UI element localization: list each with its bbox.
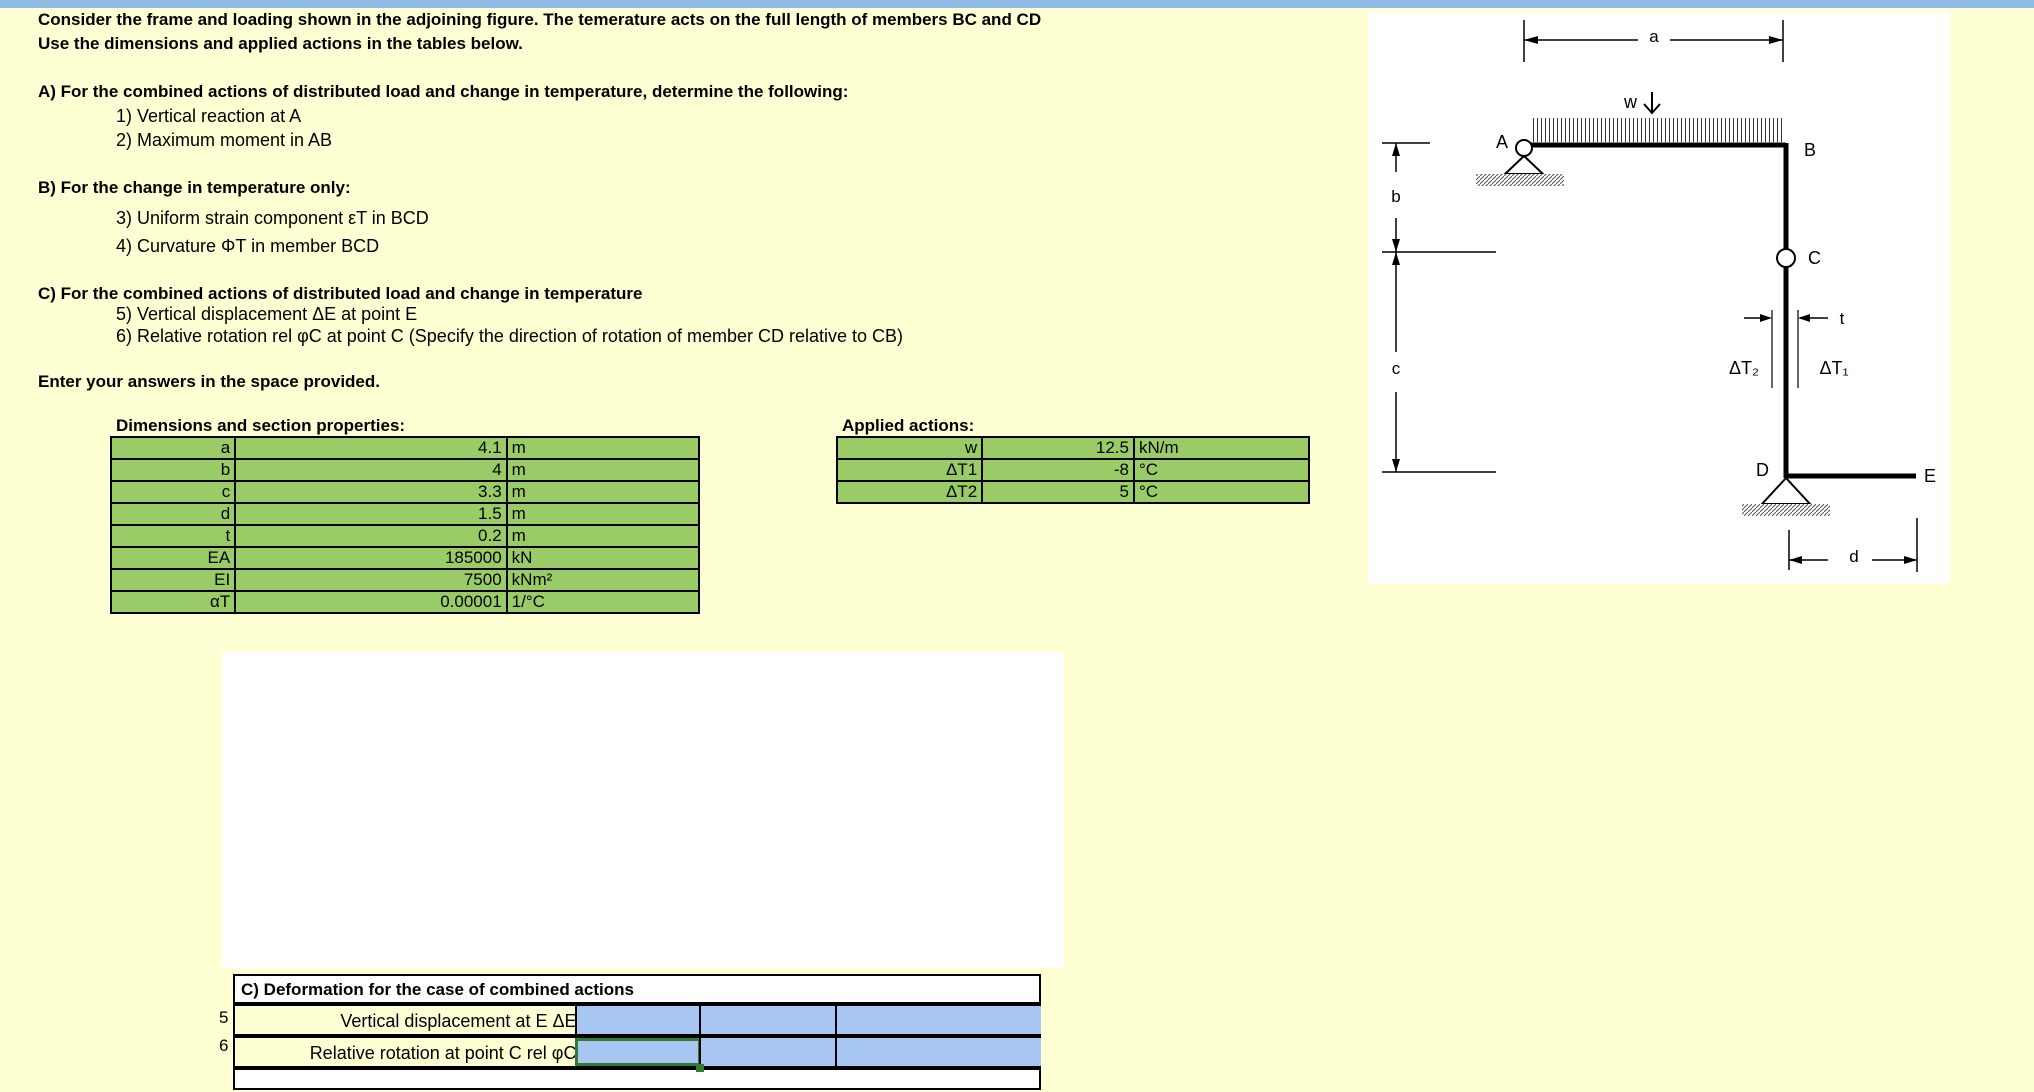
- dimension-value-cell[interactable]: 0.2: [234, 524, 508, 548]
- action-value-cell[interactable]: 12.5: [981, 436, 1135, 460]
- action-value-cell[interactable]: 5: [981, 480, 1135, 504]
- actions-title: Applied actions:: [842, 416, 975, 435]
- dimension-row: EA 185000 kN: [109, 546, 701, 570]
- answer-row-6-label: Relative rotation at point C rel φC=: [309, 1043, 587, 1063]
- selection-fill-handle[interactable]: [696, 1064, 704, 1072]
- dimension-unit-cell[interactable]: kNm²: [505, 568, 701, 592]
- dimensions-title: Dimensions and section properties:: [116, 416, 406, 435]
- dimension-label-cell[interactable]: αT: [109, 590, 237, 614]
- dimension-label-cell[interactable]: c: [109, 480, 237, 504]
- dimension-unit-cell[interactable]: m: [505, 524, 701, 548]
- figure-background: [1368, 12, 1950, 584]
- action-label-cell[interactable]: ΔT1: [835, 458, 984, 482]
- action-label-cell[interactable]: ΔT2: [835, 480, 984, 504]
- answer-heading: C) Deformation for the case of combined …: [241, 980, 634, 999]
- answer-6-units-cell[interactable]: [699, 1038, 837, 1066]
- label-delta-T1: ΔT₁: [1819, 358, 1848, 378]
- label-c: c: [1392, 359, 1401, 378]
- dimension-value-cell[interactable]: 3.3: [234, 480, 508, 504]
- action-value-cell[interactable]: -8: [981, 458, 1135, 482]
- actions-table: w 12.5 kN/m ΔT1 -8 °C ΔT2 5 °C: [835, 436, 1311, 504]
- support-A-ground: [1476, 174, 1564, 186]
- part-b-heading: B) For the change in temperature only:: [38, 178, 351, 197]
- action-unit-cell[interactable]: °C: [1132, 480, 1311, 504]
- answer-5-extra-cell[interactable]: [835, 1006, 1041, 1034]
- dimension-value-cell[interactable]: 185000: [234, 546, 508, 570]
- answer-section: C) Deformation for the case of combined …: [233, 974, 1041, 1090]
- dimension-row: c 3.3 m: [109, 480, 701, 504]
- answer-row-5: Vertical displacement at E ΔE=: [233, 1004, 1041, 1036]
- label-delta-T2: ΔT₂: [1729, 358, 1759, 378]
- window-top-bar: [0, 0, 2034, 8]
- distributed-load: [1531, 118, 1783, 142]
- dimension-label-cell[interactable]: EA: [109, 546, 237, 570]
- label-w: w: [1623, 92, 1638, 112]
- node-B: B: [1804, 140, 1816, 160]
- label-t: t: [1840, 309, 1845, 328]
- dimension-unit-cell[interactable]: m: [505, 458, 701, 482]
- part-a-heading: A) For the combined actions of distribut…: [38, 82, 849, 101]
- intro-line-1: Consider the frame and loading shown in …: [38, 10, 1042, 29]
- answer-6-input[interactable]: [575, 1038, 701, 1066]
- hinge-A-icon: [1515, 139, 1533, 157]
- action-row: ΔT2 5 °C: [835, 480, 1311, 504]
- dimension-unit-cell[interactable]: m: [505, 436, 701, 460]
- dimension-value-cell[interactable]: 0.00001: [234, 590, 508, 614]
- dimension-value-cell[interactable]: 4.1: [234, 436, 508, 460]
- answer-heading-row: C) Deformation for the case of combined …: [233, 974, 1041, 1004]
- dimension-label-cell[interactable]: t: [109, 524, 237, 548]
- dimension-label-cell[interactable]: EI: [109, 568, 237, 592]
- dimension-value-cell[interactable]: 4: [234, 458, 508, 482]
- frame-figure: a w A B C t ΔT₂ ΔT₁ D E b c d: [1368, 12, 1950, 584]
- answer-6-extra-cell[interactable]: [835, 1038, 1041, 1066]
- enter-answers-text: Enter your answers in the space provided…: [38, 372, 380, 391]
- answer-5-input[interactable]: [575, 1006, 701, 1034]
- node-A: A: [1496, 132, 1508, 152]
- dimension-unit-cell[interactable]: kN: [505, 546, 701, 570]
- label-a: a: [1649, 27, 1659, 46]
- blank-panel: [222, 652, 1064, 968]
- dimension-unit-cell[interactable]: m: [505, 480, 701, 504]
- question-1: 1) Vertical reaction at A: [116, 106, 302, 126]
- dimension-label-cell[interactable]: a: [109, 436, 237, 460]
- dimension-row: a 4.1 m: [109, 436, 701, 460]
- dimension-value-cell[interactable]: 1.5: [234, 502, 508, 526]
- dimension-row: EI 7500 kNm²: [109, 568, 701, 592]
- dimension-unit-cell[interactable]: m: [505, 502, 701, 526]
- action-row: ΔT1 -8 °C: [835, 458, 1311, 482]
- question-2: 2) Maximum moment in AB: [116, 130, 333, 150]
- node-C: C: [1808, 248, 1821, 268]
- dimension-row: t 0.2 m: [109, 524, 701, 548]
- dimension-value-cell[interactable]: 7500: [234, 568, 508, 592]
- label-d: d: [1849, 547, 1858, 566]
- dimensions-table: a 4.1 m b 4 m c 3.3 m d 1.5 m t 0.2 m EA 185000 kN EI 7500 k…: [109, 436, 701, 614]
- question-4: 4) Curvature ΦT in member BCD: [116, 236, 380, 256]
- action-unit-cell[interactable]: °C: [1132, 458, 1311, 482]
- dimension-row: b4m: [109, 458, 701, 482]
- answer-row-5-label: Vertical displacement at E ΔE=: [340, 1011, 587, 1031]
- answer-empty-row: [233, 1068, 1041, 1090]
- part-c-heading: C) For the combined actions of distribut…: [38, 284, 643, 303]
- dimension-unit-cell[interactable]: 1/°C: [505, 590, 701, 614]
- dimension-label-cell[interactable]: d: [109, 502, 237, 526]
- dimension-row: αT 0.00001 1/°C: [109, 590, 701, 614]
- row-number-6: 6: [219, 1036, 229, 1055]
- action-row: w 12.5 kN/m: [835, 436, 1311, 460]
- hinge-C-icon: [1776, 248, 1796, 268]
- node-E: E: [1924, 466, 1936, 486]
- dimension-row: d 1.5 m: [109, 502, 701, 526]
- label-b: b: [1391, 187, 1400, 206]
- dimension-label-cell[interactable]: b: [109, 458, 237, 482]
- answer-row-6: Relative rotation at point C rel φC=: [233, 1036, 1041, 1068]
- node-D: D: [1756, 460, 1769, 480]
- action-label-cell[interactable]: w: [835, 436, 984, 460]
- question-6: 6) Relative rotation rel φC at point C (…: [116, 326, 903, 346]
- intro-line-2: Use the dimensions and applied actions i…: [38, 34, 523, 53]
- question-5: 5) Vertical displacement ΔE at point E: [116, 304, 418, 324]
- action-unit-cell[interactable]: kN/m: [1132, 436, 1311, 460]
- question-3: 3) Uniform strain component εT in BCD: [116, 208, 429, 228]
- row-number-5: 5: [219, 1008, 229, 1027]
- support-D-ground: [1742, 504, 1830, 516]
- answer-5-units-cell[interactable]: [699, 1006, 837, 1034]
